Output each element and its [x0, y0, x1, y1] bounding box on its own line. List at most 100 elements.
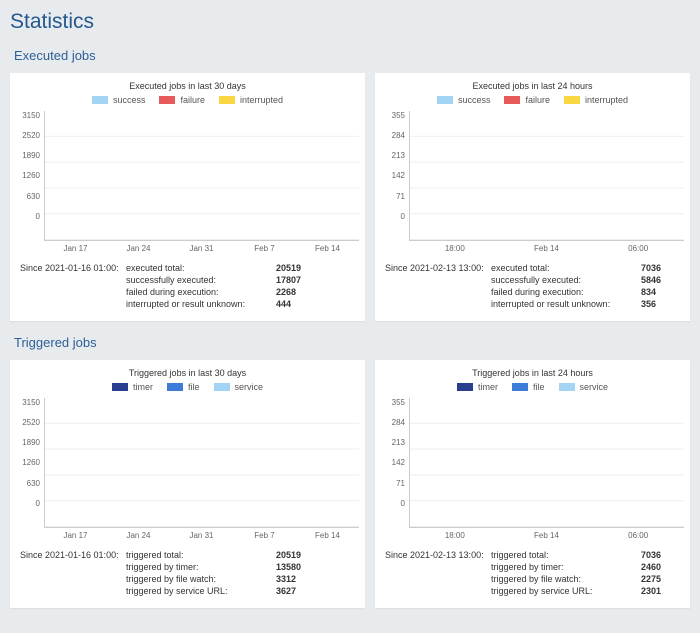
summary-since — [20, 275, 126, 285]
plot-area — [44, 111, 359, 241]
summary-since — [385, 574, 491, 584]
chart-title: Executed jobs in last 30 days — [16, 81, 359, 91]
summary-label: successfully executed: — [126, 275, 276, 285]
summary-since — [385, 586, 491, 596]
section-triggered: Triggered jobs — [14, 335, 690, 350]
chart-title: Triggered jobs in last 24 hours — [381, 368, 684, 378]
card-trig-24h: Triggered jobs in last 24 hours timer file… — [375, 360, 690, 608]
legend-swatch — [167, 383, 183, 391]
legend-item: timer — [112, 382, 153, 392]
legend-label: interrupted — [585, 95, 628, 105]
x-axis: 18:00Feb 1406:00 — [409, 531, 684, 540]
summary-since — [385, 287, 491, 297]
summary-value: 444 — [276, 299, 320, 309]
legend-label: failure — [525, 95, 550, 105]
chart-title: Executed jobs in last 24 hours — [381, 81, 684, 91]
legend-item: service — [559, 382, 609, 392]
summary-label: triggered total: — [491, 550, 641, 560]
summary: Since 2021-01-16 01:00:executed total:20… — [20, 263, 359, 309]
chart-legend: success failure interrupted — [381, 95, 684, 105]
summary-value: 7036 — [641, 263, 684, 273]
legend-label: interrupted — [240, 95, 283, 105]
legend-label: service — [235, 382, 264, 392]
summary-label: executed total: — [126, 263, 276, 273]
legend-item: failure — [159, 95, 205, 105]
chart-title: Triggered jobs in last 30 days — [16, 368, 359, 378]
chart-legend: timer file service — [381, 382, 684, 392]
legend-swatch — [92, 96, 108, 104]
legend-swatch — [219, 96, 235, 104]
summary-since — [385, 275, 491, 285]
legend-swatch — [437, 96, 453, 104]
y-axis: 31502520189012606300. — [16, 111, 44, 241]
chart-legend: timerfileservice — [16, 382, 359, 392]
summary-since — [385, 562, 491, 572]
legend-item: file — [512, 382, 545, 392]
legend-label: success — [113, 95, 146, 105]
summary-label: triggered by file watch: — [126, 574, 276, 584]
legend-swatch — [214, 383, 230, 391]
y-axis: 31502520189012606300. — [16, 398, 44, 528]
summary-label: executed total: — [491, 263, 641, 273]
section-executed: Executed jobs — [14, 48, 690, 63]
summary-label: failed during execution: — [126, 287, 276, 297]
summary-label: interrupted or result unknown: — [126, 299, 276, 309]
summary-value: 20519 — [276, 550, 320, 560]
legend-label: service — [580, 382, 609, 392]
summary-since: Since 2021-01-16 01:00: — [20, 263, 126, 273]
legend-swatch — [159, 96, 175, 104]
summary-value: 3312 — [276, 574, 320, 584]
legend-swatch — [564, 96, 580, 104]
plot-area — [409, 111, 684, 241]
x-axis: Jan 17Jan 24Jan 31Feb 7Feb 14 — [44, 531, 359, 540]
legend-item: interrupted — [564, 95, 628, 105]
summary-label: successfully executed: — [491, 275, 641, 285]
summary-value: 7036 — [641, 550, 684, 560]
summary-value: 3627 — [276, 586, 320, 596]
page-title: Statistics — [10, 10, 690, 34]
summary-since: Since 2021-01-16 01:00: — [20, 550, 126, 560]
summary-label: triggered by timer: — [491, 562, 641, 572]
summary-value: 5846 — [641, 275, 684, 285]
legend-label: success — [458, 95, 491, 105]
summary: Since 2021-02-13 13:00:triggered total:7… — [385, 550, 684, 596]
summary-label: triggered by file watch: — [491, 574, 641, 584]
legend-label: timer — [478, 382, 498, 392]
summary-value: 13580 — [276, 562, 320, 572]
card-exec-30d: Executed jobs in last 30 days success fail… — [10, 73, 365, 321]
legend-swatch — [559, 383, 575, 391]
x-axis: Jan 17Jan 24Jan 31Feb 7Feb 14 — [44, 244, 359, 253]
legend-item: success — [92, 95, 146, 105]
card-trig-30d: Triggered jobs in last 30 days timerfiles… — [10, 360, 365, 608]
summary-label: triggered total: — [126, 550, 276, 560]
legend-swatch — [457, 383, 473, 391]
legend-item: failure — [504, 95, 550, 105]
y-axis: 355284213142710. — [381, 111, 409, 241]
summary-value: 2275 — [641, 574, 684, 584]
summary-since — [20, 299, 126, 309]
summary: Since 2021-01-16 01:00:triggered total:2… — [20, 550, 359, 596]
legend-label: file — [533, 382, 545, 392]
legend-label: timer — [133, 382, 153, 392]
legend-item: success — [437, 95, 491, 105]
y-axis: 355284213142710. — [381, 398, 409, 528]
summary-value: 17807 — [276, 275, 320, 285]
x-axis: 18:00Feb 1406:00 — [409, 244, 684, 253]
chart-legend: success failure interrupted — [16, 95, 359, 105]
summary-since — [20, 287, 126, 297]
legend-item: service — [214, 382, 264, 392]
plot-area — [44, 398, 359, 528]
card-exec-24h: Executed jobs in last 24 hours success fai… — [375, 73, 690, 321]
summary-label: triggered by timer: — [126, 562, 276, 572]
legend-swatch — [512, 383, 528, 391]
summary-value: 20519 — [276, 263, 320, 273]
legend-swatch — [112, 383, 128, 391]
plot-area — [409, 398, 684, 528]
legend-swatch — [504, 96, 520, 104]
summary-since — [20, 574, 126, 584]
legend-label: failure — [180, 95, 205, 105]
summary-since — [385, 299, 491, 309]
summary-since: Since 2021-02-13 13:00: — [385, 263, 491, 273]
summary-value: 2268 — [276, 287, 320, 297]
summary-label: triggered by service URL: — [126, 586, 276, 596]
